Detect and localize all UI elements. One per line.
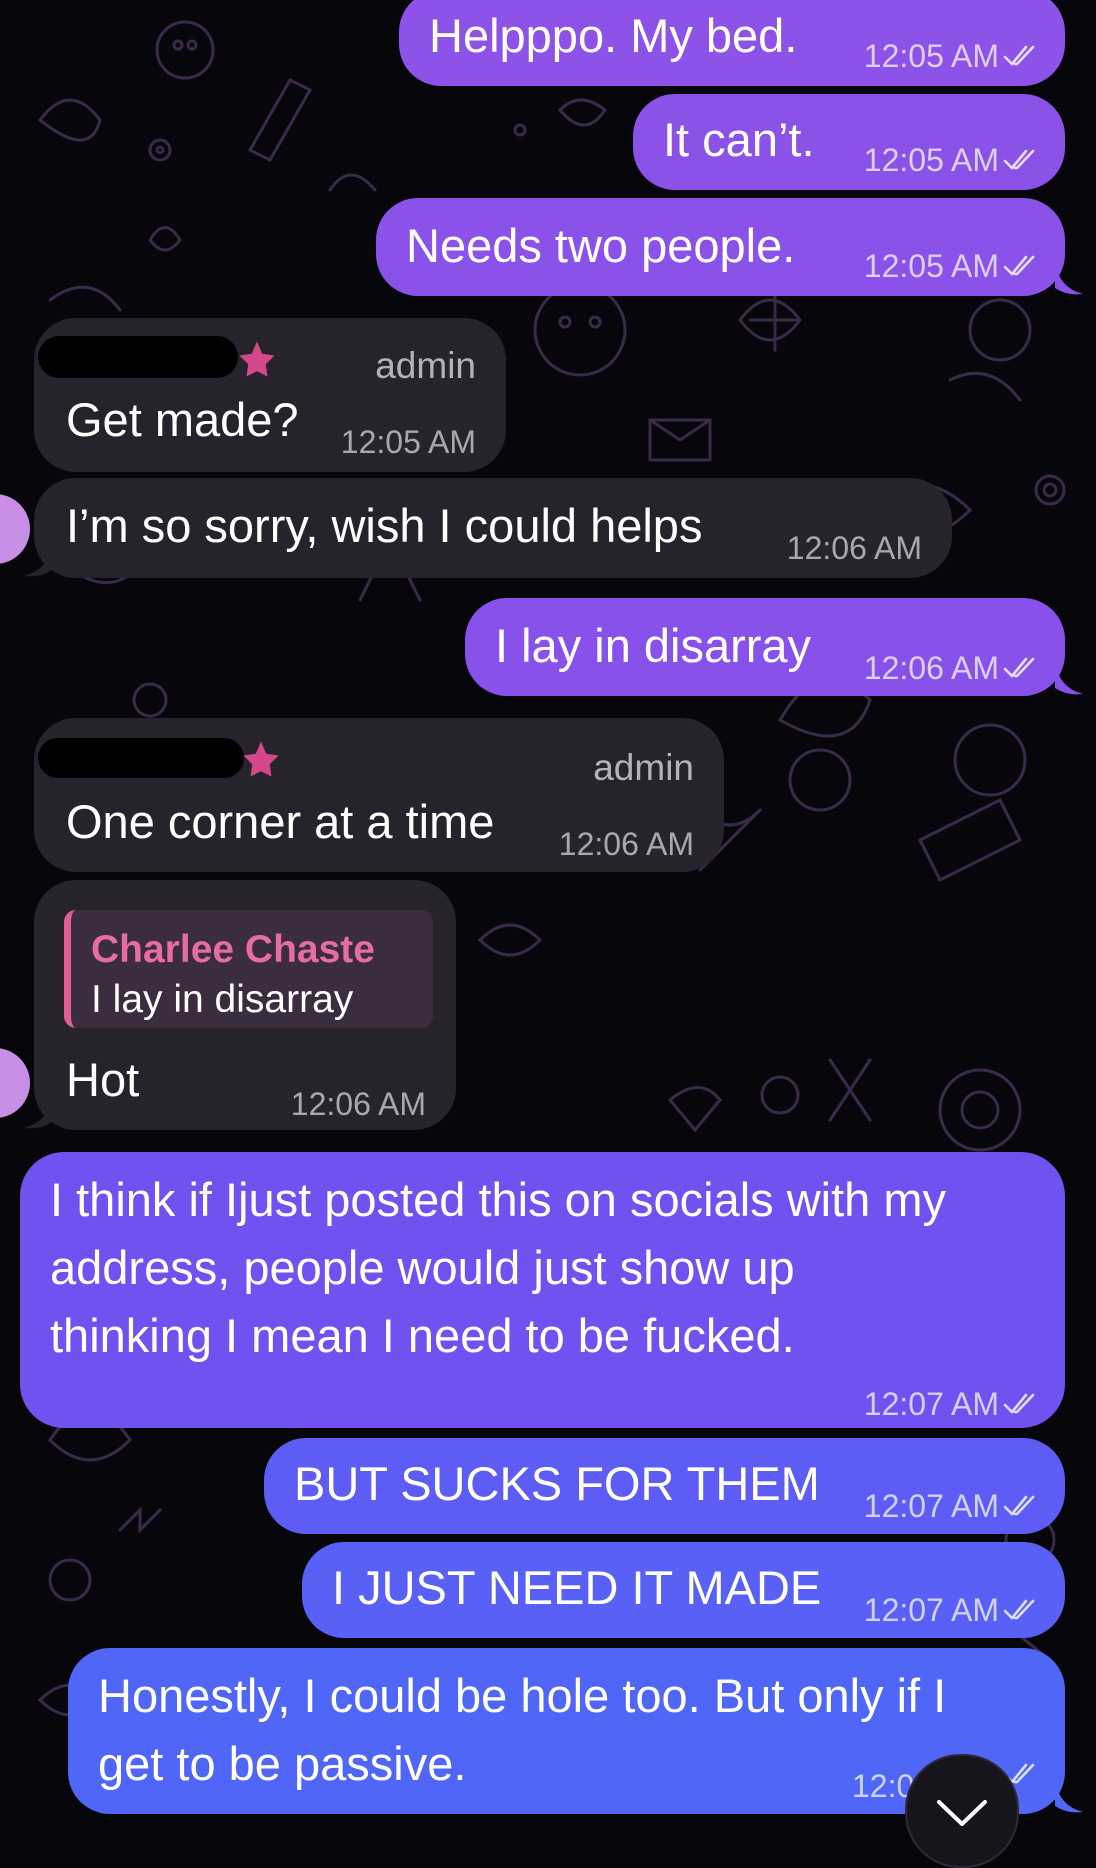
redacted-sender-name (38, 738, 244, 778)
bubble-tail (24, 1096, 52, 1129)
time-label: 12:05 AM (863, 38, 999, 74)
incoming-message[interactable]: Charlee Chaste I lay in disarray Hot 12:… (34, 880, 456, 1130)
time-label: 12:06 AM (786, 530, 922, 566)
message-line: I think if Ijust posted this on socials … (50, 1173, 946, 1226)
time-label: 12:05 AM (863, 248, 999, 284)
double-check-icon (1003, 149, 1035, 170)
double-check-icon (1003, 255, 1035, 276)
message-time: 12:05 AM (864, 238, 1039, 294)
incoming-message[interactable]: admin Get made? 12:05 AM (34, 318, 506, 472)
outgoing-message[interactable]: It can’t. 12:05 AM (633, 94, 1065, 190)
message-line: get to be passive. (98, 1737, 467, 1790)
star-icon (243, 741, 279, 777)
message-text: Needs two people. (406, 219, 796, 272)
time-label: 12:07 AM (863, 1386, 999, 1422)
message-text: BUT SUCKS FOR THEM (294, 1457, 820, 1510)
message-text: One corner at a time (66, 795, 495, 848)
time-label: 12:06 AM (863, 650, 999, 686)
time-label: 12:07 AM (863, 1592, 999, 1628)
message-text: Hot (66, 1053, 140, 1106)
message-time: 12:05 AM (864, 132, 1039, 188)
message-text: I’m so sorry, wish I could helps (66, 499, 703, 552)
message-time: 12:07 AM (864, 1582, 1039, 1638)
double-check-icon (1003, 657, 1035, 678)
chevron-down-icon (937, 1800, 987, 1826)
message-time: 12:07 AM (864, 1478, 1039, 1534)
reply-text: I lay in disarray (91, 978, 354, 1021)
time-label: 12:06 AM (290, 1086, 426, 1122)
time-label: 12:06 AM (558, 826, 694, 862)
outgoing-message[interactable]: I lay in disarray 12:06 AM (465, 598, 1065, 696)
message-text: Honestly, I could be hole too. But only … (98, 1662, 946, 1798)
double-check-icon (1003, 1599, 1035, 1620)
message-time: 12:05 AM (864, 28, 1039, 84)
time-label: 12:07 AM (863, 1488, 999, 1524)
message-text: Helpppo. My bed. (429, 9, 798, 62)
reply-sender-name: Charlee Chaste (91, 928, 375, 971)
bubble-tail (1055, 662, 1083, 695)
message-time: 12:06 AM (864, 640, 1039, 696)
outgoing-message[interactable]: Helpppo. My bed. 12:05 AM (399, 0, 1065, 86)
redacted-sender-name (38, 336, 238, 378)
message-text: I lay in disarray (495, 619, 812, 672)
bubble-tail (1055, 262, 1083, 295)
incoming-message[interactable]: I’m so sorry, wish I could helps 12:06 A… (34, 478, 952, 578)
message-time: 12:06 AM (291, 1076, 426, 1132)
message-text: I think if Ijust posted this on socials … (50, 1166, 946, 1370)
message-text: It can’t. (663, 113, 815, 166)
double-check-icon (1003, 1393, 1035, 1414)
message-line: thinking I mean I need to be fucked. (50, 1309, 795, 1362)
message-text: Get made? (66, 393, 299, 446)
scroll-to-bottom-button[interactable] (905, 1754, 1019, 1868)
outgoing-message[interactable]: Needs two people. 12:05 AM (376, 198, 1065, 296)
reply-quote[interactable]: Charlee Chaste I lay in disarray (64, 910, 433, 1028)
admin-role-label: admin (593, 747, 694, 788)
admin-role-label: admin (375, 345, 476, 386)
incoming-message[interactable]: admin One corner at a time 12:06 AM (34, 718, 724, 872)
double-check-icon (1003, 1495, 1035, 1516)
message-time: 12:06 AM (787, 520, 922, 576)
outgoing-message[interactable]: I think if Ijust posted this on socials … (20, 1152, 1065, 1428)
double-check-icon (1003, 45, 1035, 66)
message-text: I JUST NEED IT MADE (332, 1561, 822, 1614)
message-line: Honestly, I could be hole too. But only … (98, 1669, 947, 1722)
star-icon (239, 341, 275, 377)
bubble-tail (24, 544, 52, 577)
message-line: address, people would just show up (50, 1241, 795, 1294)
outgoing-message[interactable]: I JUST NEED IT MADE 12:07 AM (302, 1542, 1065, 1638)
message-time: 12:05 AM (341, 414, 476, 470)
outgoing-message[interactable]: BUT SUCKS FOR THEM 12:07 AM (264, 1438, 1065, 1534)
time-label: 12:05 AM (863, 142, 999, 178)
message-time: 12:06 AM (559, 816, 694, 872)
time-label: 12:05 AM (340, 424, 476, 460)
message-time: 12:07 AM (864, 1376, 1039, 1432)
bubble-tail (1055, 1780, 1083, 1813)
